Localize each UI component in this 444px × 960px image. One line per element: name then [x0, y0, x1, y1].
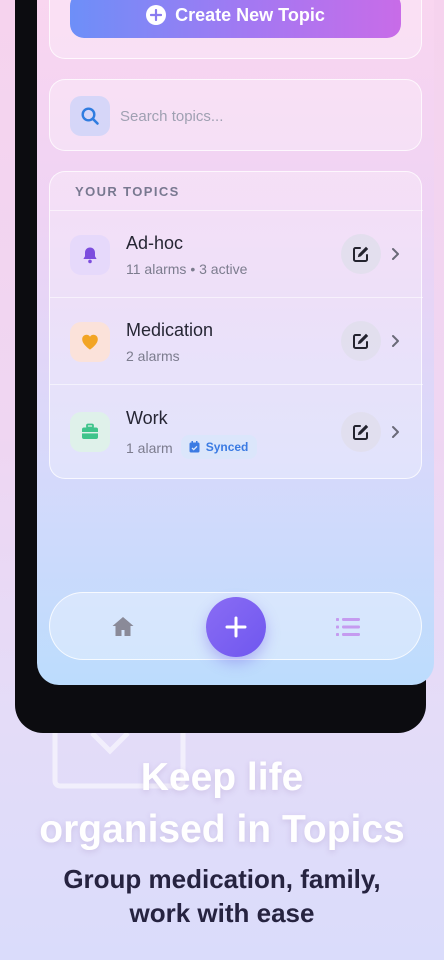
bottom-nav-bar	[49, 592, 422, 660]
plus-icon	[225, 616, 247, 638]
briefcase-icon	[70, 412, 110, 452]
headline-line-1: Keep life	[140, 756, 304, 799]
search-card	[49, 79, 422, 151]
edit-topic-button[interactable]	[341, 321, 381, 361]
add-alarm-button[interactable]	[206, 597, 266, 657]
section-label: YOUR TOPICS	[75, 184, 180, 199]
topic-alarm-count: 2 alarms	[126, 348, 180, 364]
home-icon[interactable]	[110, 614, 136, 640]
topics-list-card: YOUR TOPICS Ad-hoc 11 alarms • 3 active	[49, 171, 423, 479]
topic-row-medication[interactable]: Medication 2 alarms	[50, 297, 423, 384]
edit-icon	[353, 333, 369, 349]
bell-icon	[70, 235, 110, 275]
topic-subtitle: 11 alarms • 3 active	[126, 261, 247, 277]
topic-row-adhoc[interactable]: Ad-hoc 11 alarms • 3 active	[50, 210, 423, 297]
subline-line-1: Group medication, family,	[63, 864, 381, 894]
marketing-subline: Group medication, family, work with ease	[0, 862, 444, 930]
topic-subtitle: 2 alarms	[126, 348, 180, 364]
topic-row-work[interactable]: Work 1 alarm Synced	[50, 384, 423, 476]
chevron-right-icon	[392, 426, 399, 438]
create-new-topic-button[interactable]: Create New Topic	[70, 0, 401, 38]
create-topic-card: Create New Topic	[49, 0, 422, 59]
edit-icon	[353, 246, 369, 262]
headline-line-2: organised in Topics	[39, 808, 405, 851]
plus-circle-icon	[146, 5, 167, 25]
topic-title: Work	[126, 408, 168, 428]
topic-title: Medication	[126, 320, 214, 340]
topic-title: Ad-hoc	[126, 233, 184, 253]
edit-icon	[353, 424, 369, 440]
create-new-topic-label: Create New Topic	[175, 4, 325, 25]
subline-line-2: work with ease	[129, 898, 315, 928]
chevron-right-icon	[392, 248, 399, 260]
synced-badge-label: Synced	[205, 440, 249, 454]
topic-alarm-count: 11 alarms • 3 active	[126, 261, 248, 277]
search-icon	[70, 96, 110, 136]
calendar-check-icon	[189, 441, 200, 453]
topic-alarm-count: 1 alarm	[126, 440, 173, 456]
synced-badge: Synced	[180, 435, 258, 459]
app-screen: Create New Topic YOUR TOPICS Ad-hoc 11 a…	[37, 0, 434, 685]
list-icon[interactable]	[335, 615, 361, 639]
search-input[interactable]	[120, 102, 400, 130]
edit-topic-button[interactable]	[341, 234, 381, 274]
edit-topic-button[interactable]	[341, 412, 381, 452]
chevron-right-icon	[392, 335, 399, 347]
marketing-headline: Keep life organised in Topics	[0, 752, 444, 856]
topic-subtitle: 1 alarm Synced	[126, 435, 258, 459]
heart-icon	[70, 322, 110, 362]
phone-frame: Create New Topic YOUR TOPICS Ad-hoc 11 a…	[15, 0, 434, 733]
